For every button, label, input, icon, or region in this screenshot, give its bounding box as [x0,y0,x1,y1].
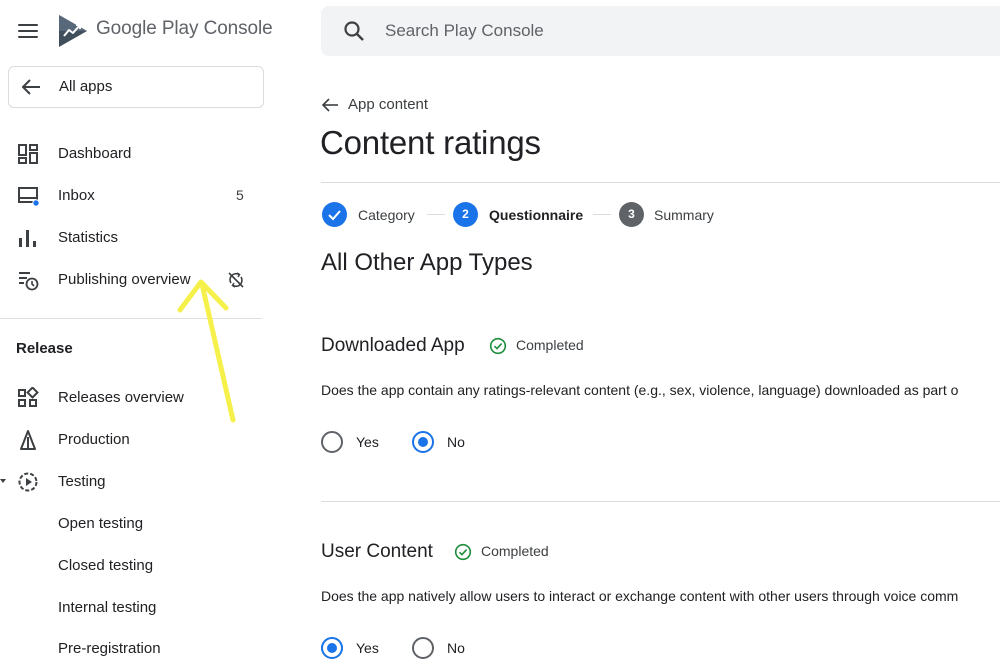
question-title: Downloaded App [321,335,465,356]
sidebar-item-statistics[interactable]: Statistics [0,220,264,256]
bar-chart-icon [19,230,36,247]
question-divider [321,501,1000,502]
stepper: Category 2 Questionnaire 3 Summary [321,201,1000,229]
sidebar-item-label: Dashboard [58,145,132,162]
step-1-label[interactable]: Category [358,207,415,223]
radio-yes[interactable] [321,431,343,453]
step-3-number[interactable]: 3 [619,202,644,227]
sidebar-item-inbox[interactable]: Inbox 5 [0,178,264,214]
sidebar-item-open-testing[interactable]: Open testing [0,506,264,542]
sidebar-item-label: Pre-registration [58,640,161,657]
check-icon [328,210,341,221]
sidebar-item-label: Internal testing [58,599,157,616]
arrow-back-icon [21,79,40,95]
menu-icon[interactable] [18,23,38,39]
step-2-number[interactable]: 2 [453,202,478,227]
check-circle-icon [454,543,472,561]
production-icon [20,430,36,450]
all-apps-button[interactable]: All apps [8,66,264,108]
brand-name: Google Play Console [96,18,273,39]
release-section-title: Release [16,340,73,357]
title-divider [321,182,1000,183]
step-1-check-icon[interactable] [322,202,347,227]
search-input[interactable] [385,18,885,44]
page-title: Content ratings [320,124,541,161]
status-label: Completed [516,337,584,353]
sidebar-item-pre-registration[interactable]: Pre-registration [0,631,264,667]
dashboard-icon [18,144,38,164]
sidebar-item-internal-testing[interactable]: Internal testing [0,590,264,626]
sidebar-item-label: Inbox [58,187,95,204]
step-3-label[interactable]: Summary [654,207,714,223]
sidebar-item-testing[interactable]: Testing [0,464,264,500]
radio-no[interactable] [412,637,434,659]
section-heading: All Other App Types [321,249,533,276]
sidebar-item-closed-testing[interactable]: Closed testing [0,548,264,584]
status-label: Completed [481,543,549,559]
inbox-icon [18,187,39,207]
annotation-arrow-icon [177,279,236,423]
radio-yes-label[interactable]: Yes [356,434,379,450]
search-bar[interactable] [321,6,1000,56]
play-console-logo [59,15,87,47]
check-circle-icon [489,337,507,355]
sidebar-item-label: Statistics [58,229,119,246]
inbox-count-badge: 5 [236,187,244,203]
history-icon [19,272,39,291]
radio-yes[interactable] [321,637,343,659]
step-connector [427,214,445,215]
grid-icon [18,387,39,407]
play-circle-icon [18,472,38,492]
step-2-label[interactable]: Questionnaire [489,207,583,223]
question-text: Does the app contain any ratings-relevan… [321,382,959,398]
search-icon [344,21,364,41]
sidebar-item-label: Open testing [58,515,144,532]
question-text: Does the app natively allow users to int… [321,588,959,604]
radio-no-label[interactable]: No [447,640,465,656]
back-link-label: App content [348,96,429,113]
sidebar-item-label: Closed testing [58,557,154,574]
question-title: User Content [321,541,433,562]
all-apps-label: All apps [59,78,113,95]
caret-down-icon [0,479,6,483]
radio-no[interactable] [412,431,434,453]
sidebar-item-label: Testing [58,473,106,490]
radio-no-label[interactable]: No [447,434,465,450]
radio-yes-label[interactable]: Yes [356,640,379,656]
step-connector [593,214,611,215]
arrow-back-icon [321,98,338,112]
sidebar-item-dashboard[interactable]: Dashboard [0,136,264,172]
sidebar-item-label: Production [58,431,130,448]
